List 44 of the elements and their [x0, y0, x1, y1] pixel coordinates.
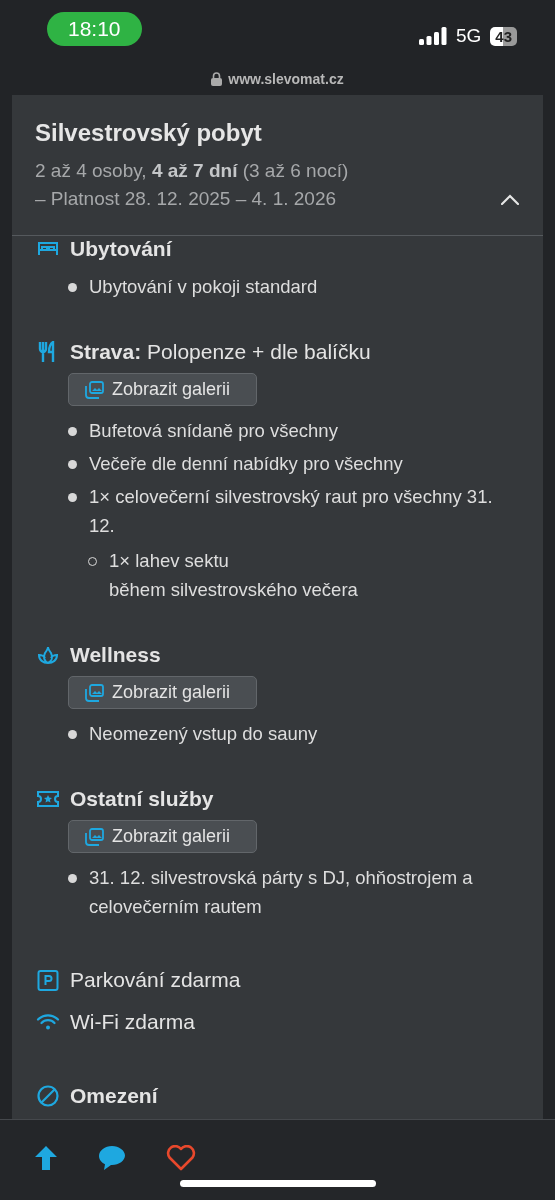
network-label: 5G: [455, 25, 482, 47]
gallery-button[interactable]: Zobrazit galerii: [68, 820, 258, 853]
offer-validity: – Platnost 28. 12. 2025 – 4. 1. 2026: [35, 187, 338, 211]
section-heading: Ostatní služby: [70, 787, 214, 811]
gallery-button[interactable]: Zobrazit galerii: [68, 676, 258, 709]
amenity-label: Wi-Fi zdarma: [70, 1010, 195, 1034]
bullet-icon: [68, 460, 77, 469]
bed-icon: [36, 241, 60, 257]
amenity-label: Parkování zdarma: [70, 968, 241, 992]
url-text[interactable]: www.slevomat.cz: [228, 70, 344, 87]
gallery-icon: [84, 827, 104, 846]
gallery-button[interactable]: Zobrazit galerii: [68, 373, 258, 406]
ticket-icon: [36, 791, 60, 807]
collapse-chevron-icon[interactable]: [501, 194, 519, 205]
list-item: Neomezený vstup do sauny: [89, 722, 319, 746]
list-item: Bufetová snídaně pro všechny: [89, 419, 339, 443]
bullet-icon: [68, 283, 77, 292]
heart-icon[interactable]: [166, 1145, 196, 1171]
wifi-icon: [36, 1014, 60, 1030]
list-item: 1× celovečerní silvestrovský raut pro všechny 31. 12.: [89, 485, 494, 538]
bullet-icon: [68, 427, 77, 436]
section-heading: Strava: Polopenze + dle balíčku: [70, 340, 371, 364]
prohibited-icon: [36, 1085, 60, 1107]
gallery-icon: [84, 683, 104, 702]
list-item: 31. 12. silvestrovská párty s DJ, ohňostrojem a celovečerním rautem: [89, 866, 474, 919]
bullet-icon: [68, 874, 77, 883]
list-item: 1× lahev sektu během silvestrovského večera: [109, 549, 359, 602]
bullet-icon: [68, 730, 77, 739]
section-heading: Omezení: [70, 1084, 158, 1108]
signal-icon: [418, 27, 447, 45]
bullet-icon: [68, 493, 77, 502]
clock-time: 18:10: [47, 12, 142, 46]
offer-title: Silvestrovský pobyt: [35, 119, 263, 147]
chat-bubble-icon[interactable]: [98, 1145, 126, 1171]
lock-icon: [211, 71, 223, 86]
offer-summary: 2 až 4 osoby, 4 až 7 dní (3 až 6 nocí): [35, 159, 349, 183]
parking-icon: [36, 969, 60, 991]
list-item: Ubytování v pokoji standard: [89, 275, 319, 299]
arrow-up-icon[interactable]: [34, 1145, 58, 1171]
section-heading: Ubytování: [70, 237, 172, 261]
list-item: Večeře dle denní nabídky pro všechny: [89, 452, 404, 476]
gallery-icon: [84, 380, 104, 399]
lotus-icon: [36, 645, 60, 665]
section-heading: Wellness: [70, 643, 161, 667]
